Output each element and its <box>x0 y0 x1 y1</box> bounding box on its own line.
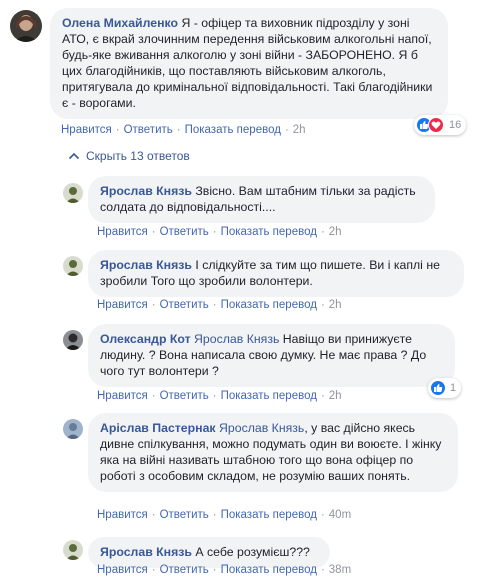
like-button[interactable]: Нравится <box>97 509 148 521</box>
timestamp[interactable]: 2h <box>329 226 342 238</box>
reply-author[interactable]: Ярослав Князь <box>100 545 192 559</box>
comment-author[interactable]: Олена Михайленко <box>62 16 178 30</box>
reaction-count: 16 <box>449 119 462 131</box>
reply-author[interactable]: Ярослав Князь <box>100 184 192 198</box>
separator: · <box>115 124 120 136</box>
separator: · <box>151 299 156 311</box>
separator: · <box>212 390 217 402</box>
separator: · <box>151 564 156 576</box>
reply-author[interactable]: Олександр Кот <box>100 332 191 346</box>
separator: · <box>320 390 325 402</box>
separator: · <box>151 509 156 521</box>
reply-bubble: Ярослав Князь Звісно. Вам штабним тільки… <box>88 176 435 223</box>
reply-button[interactable]: Ответить <box>124 124 173 136</box>
reply-bubble: Ярослав Князь І слідкуйте за тим що пише… <box>88 250 464 297</box>
chevron-up-icon <box>68 152 80 160</box>
reply-actions: Нравится · Ответить · Показать перевод · 2h <box>97 390 342 402</box>
translate-button[interactable]: Показать перевод <box>221 509 317 521</box>
reply-actions: Нравится · Ответить · Показать перевод · 2h <box>97 226 342 238</box>
reactions-summary[interactable]: 1 <box>428 378 462 398</box>
reply-actions: Нравится · Ответить · Показать перевод · 40m <box>97 509 351 521</box>
timestamp[interactable]: 40m <box>329 509 351 521</box>
separator: · <box>212 299 217 311</box>
translate-button[interactable]: Показать перевод <box>221 226 317 238</box>
reply-actions: Нравится · Ответить · Показать перевод · 38m <box>97 564 351 576</box>
reply-button[interactable]: Ответить <box>160 299 209 311</box>
separator: · <box>320 299 325 311</box>
reply-mention[interactable]: Ярослав Князь <box>194 332 279 346</box>
separator: · <box>212 509 217 521</box>
like-icon <box>430 380 446 396</box>
like-button[interactable]: Нравится <box>97 226 148 238</box>
reaction-count: 1 <box>450 382 457 394</box>
translate-button[interactable]: Показать перевод <box>185 124 281 136</box>
separator: · <box>176 124 181 136</box>
avatar[interactable] <box>63 256 83 276</box>
reply-button[interactable]: Ответить <box>160 509 209 521</box>
avatar[interactable] <box>63 183 83 203</box>
avatar[interactable] <box>63 330 83 350</box>
separator: · <box>320 564 325 576</box>
separator: · <box>212 226 217 238</box>
avatar[interactable] <box>63 540 83 560</box>
reply-bubble: Аріслав Пастернак Ярослав Князь, у вас д… <box>88 413 458 492</box>
reply-button[interactable]: Ответить <box>160 226 209 238</box>
reply-actions: Нравится · Ответить · Показать перевод · 2h <box>97 299 342 311</box>
translate-button[interactable]: Показать перевод <box>221 299 317 311</box>
separator: · <box>320 509 325 521</box>
avatar[interactable] <box>10 10 42 42</box>
comment-text: Я - офіцер та виховник підрозділу у зоні… <box>62 16 433 110</box>
love-icon <box>428 117 444 133</box>
comment-actions: Нравится · Ответить · Показать перевод · 2h <box>61 124 306 136</box>
like-button[interactable]: Нравится <box>61 124 112 136</box>
timestamp[interactable]: 2h <box>329 390 342 402</box>
hide-replies-button[interactable]: Скрыть 13 ответов <box>68 149 190 163</box>
separator: · <box>151 390 156 402</box>
separator: · <box>284 124 289 136</box>
like-button[interactable]: Нравится <box>97 390 148 402</box>
reply-mention[interactable]: Ярослав Князь <box>219 421 304 435</box>
separator: · <box>151 226 156 238</box>
like-button[interactable]: Нравится <box>97 299 148 311</box>
reply-bubble: Олександр Кот Ярослав Князь Навіщо ви пр… <box>88 324 455 387</box>
comment-bubble: Олена Михайленко Я - офіцер та виховник … <box>50 8 448 119</box>
translate-button[interactable]: Показать перевод <box>221 390 317 402</box>
avatar[interactable] <box>63 419 83 439</box>
reply-text: А себе розумієш??? <box>191 545 310 559</box>
reply-button[interactable]: Ответить <box>160 390 209 402</box>
hide-replies-label: Скрыть 13 ответов <box>86 149 190 163</box>
reactions-summary[interactable]: 16 <box>414 115 467 135</box>
reply-button[interactable]: Ответить <box>160 564 209 576</box>
translate-button[interactable]: Показать перевод <box>221 564 317 576</box>
reply-author[interactable]: Ярослав Князь <box>100 258 192 272</box>
timestamp[interactable]: 2h <box>329 299 342 311</box>
timestamp[interactable]: 38m <box>329 564 351 576</box>
separator: · <box>320 226 325 238</box>
timestamp[interactable]: 2h <box>293 124 306 136</box>
like-button[interactable]: Нравится <box>97 564 148 576</box>
reply-author[interactable]: Аріслав Пастернак <box>100 421 216 435</box>
separator: · <box>212 564 217 576</box>
